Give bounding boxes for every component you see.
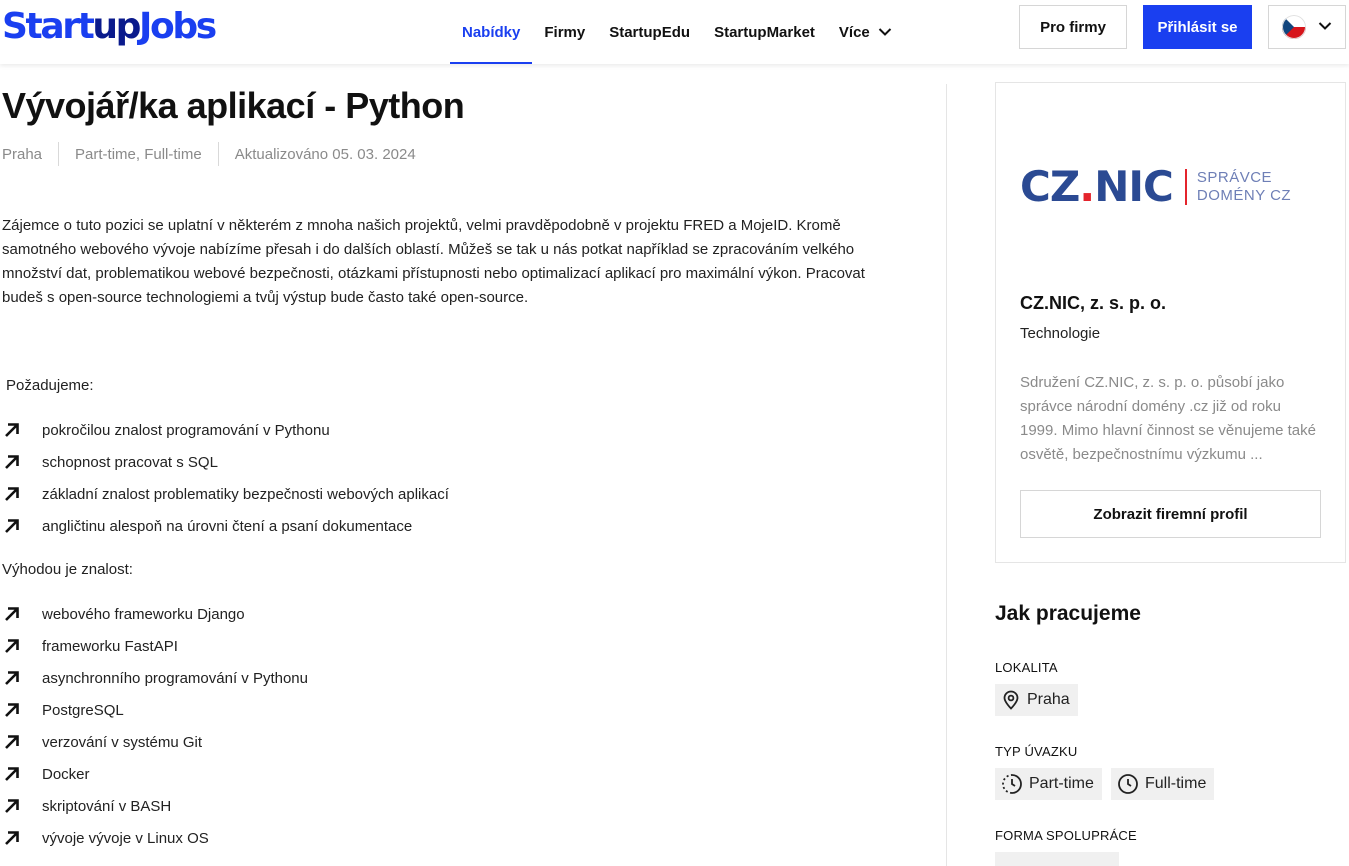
cooperation-chip[interactable] [995,852,1119,866]
startupjobs-logo[interactable]: StartupJobs [2,5,217,49]
arrow-up-right-icon [2,484,22,504]
part-time-chip-label: Part-time [1029,775,1094,792]
nav-item-label: StartupMarket [714,23,815,41]
list-item-text: frameworku FastAPI [42,637,178,655]
nav-item-label: StartupEdu [609,23,691,41]
location-chip[interactable]: Praha [995,684,1078,716]
job-type: Part-time, Full-time [75,145,202,163]
arrow-up-right-icon [2,636,22,656]
company-category: Technologie [1020,325,1101,342]
full-time-chip-label: Full-time [1145,775,1207,792]
job-location: Praha [2,145,43,163]
logo-sub-line1: SPRÁVCE [1196,169,1273,186]
nav-item-label: Nabídky [462,23,521,41]
list-item: verzování v systému Git [2,726,308,758]
login-button[interactable]: Přihlásit se [1143,5,1252,49]
arrow-up-right-icon [2,796,22,816]
job-intro: Zájemce o tuto pozici se uplatní v někte… [2,217,865,306]
clock-icon [1117,773,1139,795]
for-companies-button[interactable]: Pro firmy [1019,5,1127,49]
arrow-up-right-icon [2,732,22,752]
logo-divider [1184,169,1187,205]
requirements-list: pokročilou znalost programování v Python… [2,414,449,542]
location-label: LOKALITA [995,660,1058,675]
company-card: CZ.NIC SPRÁVCE DOMÉNY CZ CZ.NIC, z. s. p… [995,82,1346,563]
job-updated: Aktualizováno 05. 03. 2024 [234,145,416,163]
list-item: webového frameworku Django [2,598,308,630]
list-item: frameworku FastAPI [2,630,308,662]
arrow-up-right-icon [2,420,22,440]
list-item-text: PostgreSQL [42,701,124,719]
list-item: pokročilou znalost programování v Python… [2,414,449,446]
how-we-work-title: Jak pracujeme [995,602,1141,625]
arrow-up-right-icon [2,700,22,720]
cooperation-label: FORMA SPOLUPRÁCE [995,828,1137,843]
advantages-heading: Výhodou je znalost: [2,561,133,578]
arrow-up-right-icon [2,668,22,688]
company-description: Sdružení CZ.NIC, z. s. p. o. působí jako… [1020,374,1316,463]
map-pin-icon [1001,690,1021,710]
list-item-text: skriptování v BASH [42,797,172,815]
advantages-list: webového frameworku Django frameworku Fa… [2,598,308,854]
company-name[interactable]: CZ.NIC, z. s. p. o. [1020,293,1166,314]
list-item: základní znalost problematiky bezpečnost… [2,478,449,510]
list-item: Docker [2,758,308,790]
nav-item-label: Více [838,23,870,41]
list-item: angličtinu alespoň na úrovni čtení a psa… [2,510,449,542]
site-header: StartupJobs Nabídky Firmy StartupEdu Sta… [0,0,1349,64]
list-item-text: pokročilou znalost programování v Python… [42,421,330,439]
company-logo[interactable]: CZ.NIC SPRÁVCE DOMÉNY CZ [1020,163,1291,211]
nav-item-startupmarket[interactable]: StartupMarket [702,0,827,64]
chevron-down-icon [878,27,892,37]
nav-item-startupedu[interactable]: StartupEdu [597,0,702,64]
meta-divider [58,142,60,166]
arrow-up-right-icon [2,764,22,784]
list-item: skriptování v BASH [2,790,308,822]
list-item-text: angličtinu alespoň na úrovni čtení a psa… [42,517,413,535]
list-item: asynchronního programování v Pythonu [2,662,308,694]
part-time-chip[interactable]: Part-time [995,768,1102,800]
nav-item-label: Firmy [544,23,586,41]
nav-item-firmy[interactable]: Firmy [532,0,597,64]
list-item-text: základní znalost problematiky bezpečnost… [42,485,449,503]
list-item-text: schopnost pracovat s SQL [42,453,218,471]
arrow-up-right-icon [2,452,22,472]
language-selector[interactable] [1268,5,1346,49]
logo-sub-line2: DOMÉNY CZ [1196,187,1292,204]
job-title: Vývojář/ka aplikací - Python [2,85,465,126]
list-item-text: Docker [42,765,90,783]
job-meta: Praha Part-time, Full-time Aktualizováno… [2,142,416,166]
full-time-chip[interactable]: Full-time [1111,768,1215,800]
job-type-label: TYP ÚVAZKU [995,744,1078,759]
requirements-heading: Požadujeme: [6,377,94,394]
company-logo-wordmark: CZ.NIC [1020,162,1174,211]
list-item-text: verzování v systému Git [42,733,203,751]
location-chip-label: Praha [1027,691,1070,708]
list-item: PostgreSQL [2,694,308,726]
list-item: vývoje vývoje v Linux OS [2,822,308,854]
list-item-text: asynchronního programování v Pythonu [42,669,308,687]
nav-item-nabidky[interactable]: Nabídky [450,0,533,64]
main-nav: Nabídky Firmy StartupEdu StartupMarket V… [450,0,904,64]
list-item-text: webového frameworku Django [42,605,245,623]
column-divider [946,84,947,866]
arrow-up-right-icon [2,516,22,536]
half-clock-icon [1001,773,1023,795]
list-item-text: vývoje vývoje v Linux OS [42,829,209,847]
company-profile-button[interactable]: Zobrazit firemní profil [1020,490,1321,538]
czech-flag-icon [1282,15,1306,39]
meta-divider [217,142,219,166]
list-item: schopnost pracovat s SQL [2,446,449,478]
chevron-down-icon [1318,18,1332,36]
arrow-up-right-icon [2,604,22,624]
arrow-up-right-icon [2,828,22,848]
nav-item-vice[interactable]: Více [827,0,904,64]
company-logo-subtitle: SPRÁVCE DOMÉNY CZ [1197,169,1291,205]
